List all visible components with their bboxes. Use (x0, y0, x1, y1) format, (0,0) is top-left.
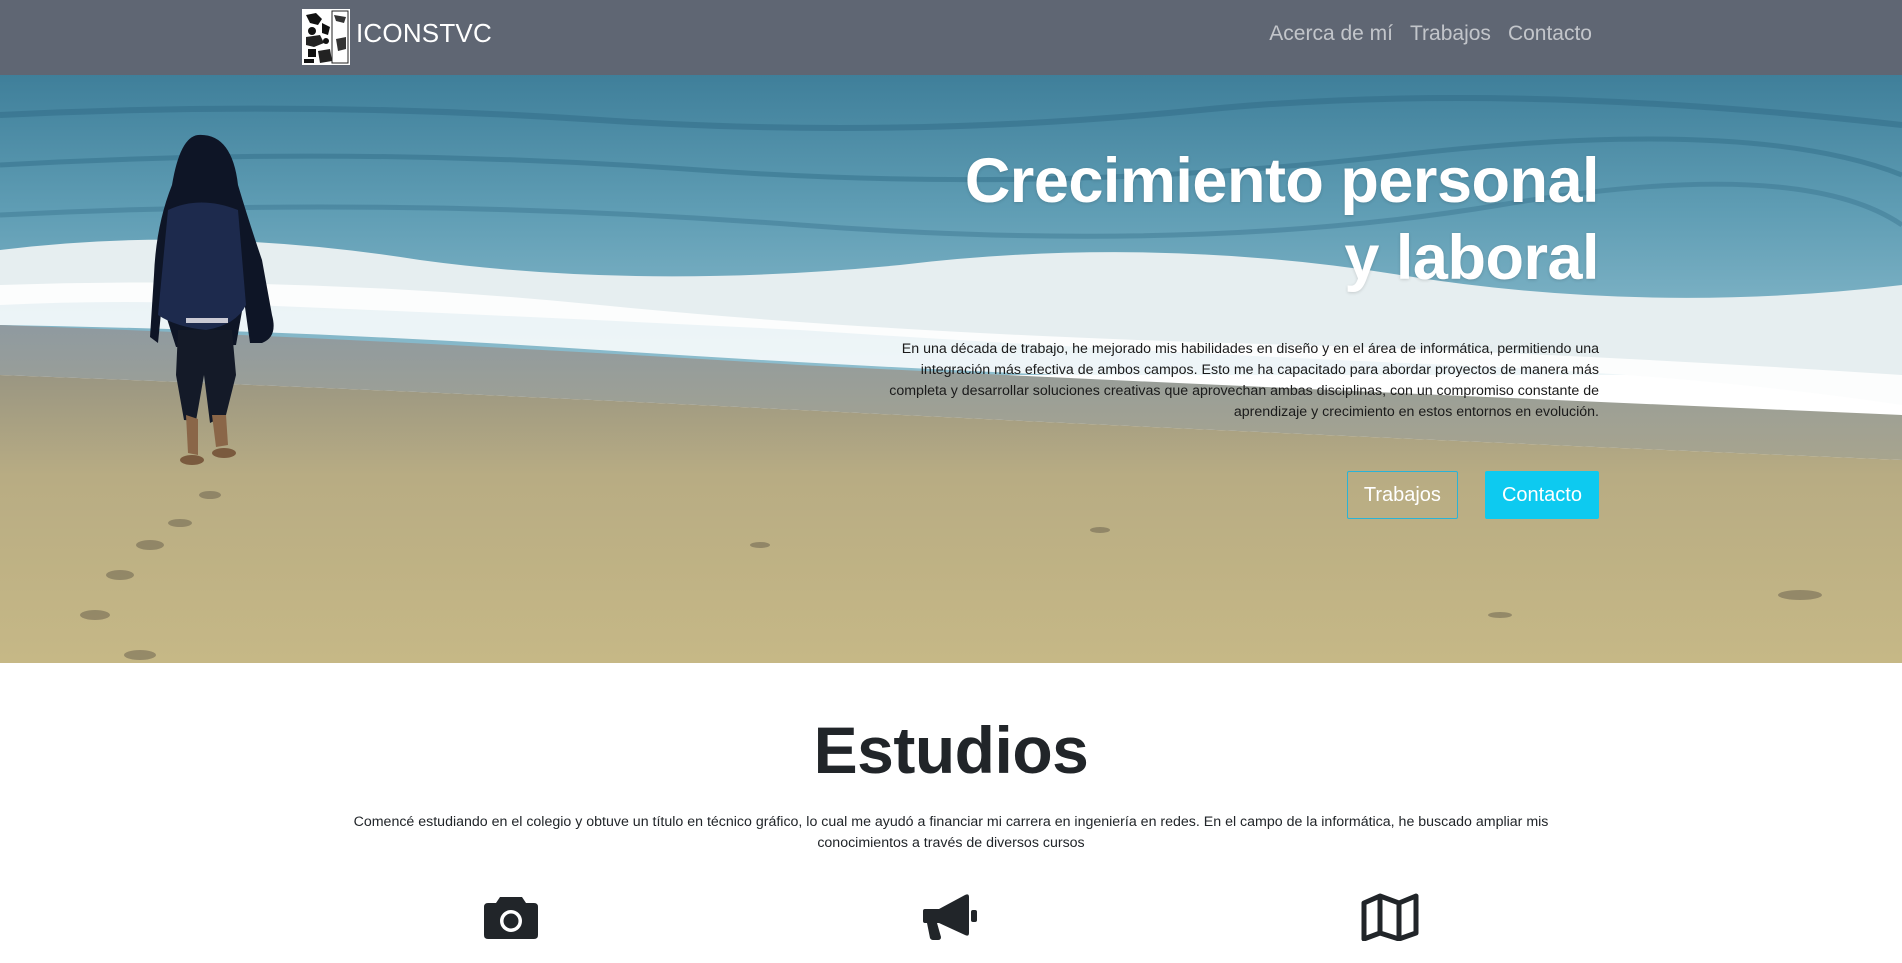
hero-section: Crecimiento personal y laboral En una dé… (0, 75, 1902, 663)
brand-link[interactable]: ICONSTVC (302, 9, 492, 65)
hero-title-line-1: Crecimiento personal (964, 146, 1600, 216)
hero-title-line-2: y laboral (1344, 223, 1599, 293)
hero-description: En una década de trabajo, he mejorado mi… (839, 339, 1599, 423)
studies-description-line-2: conocimientos a través de diversos curso… (817, 835, 1085, 851)
main-nav: Acerca de mí Trabajos Contacto (1269, 22, 1592, 46)
hero-description-line-1: En una década de trabajo, he mejorado mi… (901, 341, 1599, 357)
navbar: ICONSTVC Acerca de mí Trabajos Contacto (0, 0, 1902, 75)
camera-icon (484, 897, 538, 939)
nav-link-works[interactable]: Trabajos (1410, 22, 1491, 46)
brand-logo-icon (302, 9, 350, 65)
map-icon (1361, 893, 1419, 941)
contact-button[interactable]: Contacto (1484, 471, 1599, 519)
studies-title: Estudios (813, 713, 1089, 787)
studies-description-line-1: Comencé estudiando en el colegio y obtuv… (353, 814, 1549, 830)
hero-description-line-2: integración más efectiva de ambos campos… (920, 362, 1599, 378)
works-button[interactable]: Trabajos (1346, 471, 1458, 519)
hero-title: Crecimiento personal y laboral (839, 143, 1600, 297)
hero-description-line-4: aprendizaje y crecimiento en estos entor… (1233, 404, 1599, 420)
hero-buttons: Trabajos Contacto (1346, 471, 1599, 519)
studies-description: Comencé estudiando en el colegio y obtuv… (330, 812, 1572, 854)
nav-link-about[interactable]: Acerca de mí (1269, 22, 1393, 46)
nav-link-contact[interactable]: Contacto (1508, 22, 1592, 46)
megaphone-icon (923, 894, 977, 940)
brand-name: ICONSTVC (356, 17, 492, 48)
hero-description-line-3: completa y desarrollar soluciones creati… (889, 383, 1599, 399)
